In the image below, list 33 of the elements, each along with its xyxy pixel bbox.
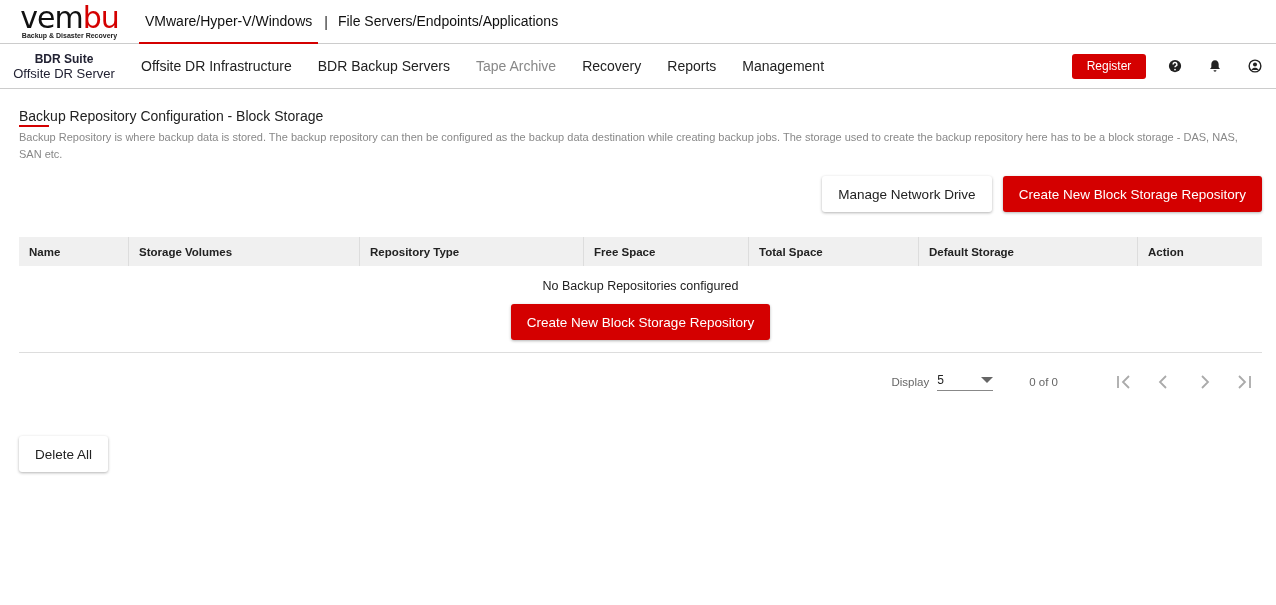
caret-icon[interactable] [981,377,994,383]
user-icon[interactable] [1248,59,1262,73]
server-name: Offsite DR Server [13,65,115,81]
create-repository-button[interactable]: Create New Block Storage Repository [1002,176,1262,212]
nav-link[interactable]: Offsite DR Infrastructure [141,58,292,74]
create-repository-button[interactable]: Create New Block Storage Repository [510,304,771,340]
nav-link[interactable]: Management [742,58,825,74]
column-header: Repository Type [359,237,583,266]
product-tab[interactable]: VMware/Hyper-V/Windows [139,0,319,44]
nav-link[interactable]: BDR Backup Servers [317,58,450,74]
register-button[interactable]: Register [1072,53,1146,79]
page-title: Backup Repository Configuration - Block Storage [19,108,324,127]
empty-message: No Backup Repositories configured [542,279,739,293]
help-icon[interactable] [1168,59,1182,73]
manage-drive-button[interactable]: Manage Network Drive [822,176,992,212]
column-header: Action [1137,237,1262,266]
display-label: Display [891,376,930,388]
column-header: Name [28,244,62,260]
tab-separator: | [323,12,329,32]
column-header: Free Space [583,237,748,266]
product-tab[interactable]: File Servers/Endpoints/Applications [331,0,565,44]
page-size-select[interactable]: 5 [937,373,994,391]
page-count: 0 of 0 [1029,376,1058,388]
column-header: Total Space [748,237,918,266]
page-description: Backup Repository is where backup data is stored. The backup repository can then be configured as the backup data destination while creating backup jobs. The storage used to create the backup repository here has to be a block storage - DAS, NAS, SAN etc. [19,130,1239,162]
logo-wordmark: vembu [20,4,119,31]
nav-link[interactable]: Recovery [582,58,642,74]
column-header: Storage Volumes [128,237,359,266]
nav-link[interactable]: Reports [667,58,717,74]
suite-name: BDR Suite [34,51,94,66]
column-header: Default Storage [918,237,1137,266]
notification-icon[interactable] [1208,59,1222,73]
delete-all-button[interactable]: Delete All [19,436,109,472]
